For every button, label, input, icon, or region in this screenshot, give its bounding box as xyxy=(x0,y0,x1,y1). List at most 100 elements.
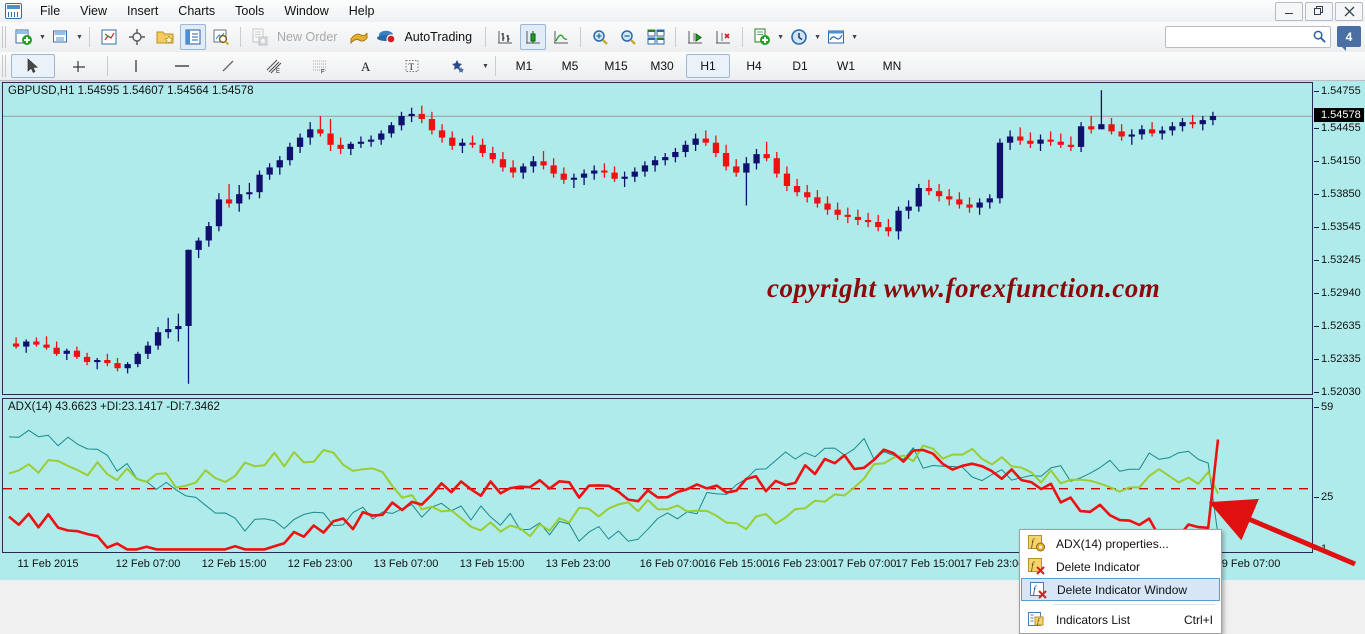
context-menu-item-delete-indicator-window[interactable]: f Delete Indicator Window xyxy=(1021,578,1220,601)
indicator-scale-bottom: 1 xyxy=(1313,543,1328,555)
horizontal-line-icon xyxy=(175,65,189,67)
shapes-icon xyxy=(452,60,464,73)
cursor-tool[interactable] xyxy=(11,54,55,78)
period-h1[interactable]: H1 xyxy=(686,54,730,78)
period-m30[interactable]: M30 xyxy=(640,54,684,78)
periods-dropdown[interactable]: ▼ xyxy=(813,25,822,49)
profiles-button[interactable] xyxy=(48,24,74,50)
line-chart-button[interactable] xyxy=(548,24,574,50)
period-d1[interactable]: D1 xyxy=(778,54,822,78)
price-scale[interactable]: 1.54755 1.54578 1.54455 1.54150 1.53850 … xyxy=(1313,81,1365,580)
price-chart-window[interactable]: GBPUSD,H1 1.54595 1.54607 1.54564 1.5457… xyxy=(2,82,1313,395)
context-menu-label: ADX(14) properties... xyxy=(1056,536,1169,551)
crosshair-tool[interactable] xyxy=(57,54,101,78)
menu-item-help[interactable]: Help xyxy=(339,1,385,21)
context-menu-label: Indicators List xyxy=(1056,612,1131,627)
toolbar-grip[interactable] xyxy=(2,26,8,48)
templates-button[interactable] xyxy=(823,24,849,50)
menu-item-view[interactable]: View xyxy=(70,1,117,21)
period-m1[interactable]: M1 xyxy=(502,54,546,78)
svg-text:T: T xyxy=(409,62,415,72)
menu-item-charts[interactable]: Charts xyxy=(168,1,225,21)
new-order-button[interactable] xyxy=(247,24,273,50)
context-menu-item-properties[interactable]: f ADX(14) properties... xyxy=(1020,532,1221,555)
close-button[interactable] xyxy=(1335,2,1363,21)
crosshair-target-icon xyxy=(129,29,145,45)
folder-star-icon xyxy=(156,31,174,44)
magnifier-chart-icon xyxy=(213,29,230,46)
vertical-line-tool[interactable] xyxy=(114,54,158,78)
period-h4[interactable]: H4 xyxy=(732,54,776,78)
menu-item-insert[interactable]: Insert xyxy=(117,1,168,21)
toolbar-separator-6 xyxy=(742,27,744,47)
shapes-tool[interactable] xyxy=(436,54,480,78)
new-chart-dropdown[interactable]: ▼ xyxy=(38,25,47,49)
svg-text:A: A xyxy=(361,59,371,74)
fibonacci-retracement-tool[interactable]: F xyxy=(298,54,342,78)
shapes-dropdown[interactable]: ▼ xyxy=(481,54,490,78)
tile-windows-button[interactable] xyxy=(643,24,669,50)
profiles-dropdown[interactable]: ▼ xyxy=(75,25,84,49)
watermark-text: copyright www.forexfunction.com xyxy=(767,273,1161,303)
candlestick-plot xyxy=(3,90,1312,384)
restore-icon xyxy=(1313,6,1323,15)
context-menu-item-delete-indicator[interactable]: f Delete Indicator xyxy=(1020,555,1221,578)
minimize-button[interactable] xyxy=(1275,2,1303,21)
market-watch-button[interactable] xyxy=(96,24,122,50)
current-price-label: 1.54578 xyxy=(1314,108,1364,122)
data-window-button[interactable] xyxy=(124,24,150,50)
templates-icon xyxy=(828,30,845,44)
menu-item-window[interactable]: Window xyxy=(274,1,338,21)
new-chart-icon xyxy=(15,29,32,45)
time-tick: 17 Feb 15:00 xyxy=(895,558,961,570)
new-chart-button[interactable] xyxy=(11,24,37,50)
crosshair-icon xyxy=(73,61,85,72)
profiles-icon xyxy=(53,30,67,43)
trendline-tool[interactable] xyxy=(206,54,250,78)
minimize-icon xyxy=(1285,12,1293,14)
candlestick-chart-button[interactable] xyxy=(520,24,547,50)
toolbar-separator xyxy=(89,27,90,47)
text-tool[interactable]: A xyxy=(344,54,388,78)
period-w1[interactable]: W1 xyxy=(824,54,868,78)
time-tick: 12 Feb 23:00 xyxy=(287,558,353,570)
auto-scroll-button[interactable] xyxy=(682,24,708,50)
notifications-badge[interactable]: 4 xyxy=(1337,26,1361,51)
time-tick: 12 Feb 07:00 xyxy=(115,558,181,570)
strategy-tester-button[interactable] xyxy=(208,24,234,50)
metaeditor-icon xyxy=(350,32,368,45)
indicators-list-icon: f xyxy=(1028,612,1044,626)
menu-item-tools[interactable]: Tools xyxy=(225,1,274,21)
indicators-button[interactable] xyxy=(749,24,775,50)
line-toolbar-grip[interactable] xyxy=(2,55,8,77)
period-m15[interactable]: M15 xyxy=(594,54,638,78)
navigator-button[interactable] xyxy=(152,24,178,50)
indicator-context-menu[interactable]: f ADX(14) properties... f Delete Indicat… xyxy=(1019,529,1222,634)
chart-shift-button[interactable] xyxy=(710,24,736,50)
text-label-tool[interactable]: T xyxy=(390,54,434,78)
bar-chart-button[interactable] xyxy=(492,24,518,50)
clock-icon xyxy=(791,29,807,45)
time-tick: 16 Feb 23:00 xyxy=(767,558,833,570)
price-tick: 1.53850 xyxy=(1314,188,1361,200)
period-m5[interactable]: M5 xyxy=(548,54,592,78)
periods-button[interactable] xyxy=(786,24,812,50)
equidistant-channel-tool[interactable]: E xyxy=(252,54,296,78)
context-menu-item-indicators-list[interactable]: f Indicators List Ctrl+I xyxy=(1020,608,1221,631)
metaeditor-button[interactable] xyxy=(346,24,372,50)
price-tick: 1.54455 xyxy=(1314,122,1361,134)
period-mn[interactable]: MN xyxy=(870,54,914,78)
toolbar-separator-4 xyxy=(580,27,582,47)
search-box[interactable] xyxy=(1165,26,1331,48)
zoom-out-button[interactable] xyxy=(615,24,641,50)
indicators-dropdown[interactable]: ▼ xyxy=(776,25,785,49)
search-input[interactable] xyxy=(1166,27,1314,45)
restore-button[interactable] xyxy=(1305,2,1333,21)
zoom-in-button[interactable] xyxy=(587,24,613,50)
menu-item-file[interactable]: File xyxy=(30,1,70,21)
chart-area[interactable]: GBPUSD,H1 1.54595 1.54607 1.54564 1.5457… xyxy=(0,81,1365,634)
terminal-button[interactable] xyxy=(180,24,206,50)
horizontal-line-tool[interactable] xyxy=(160,54,204,78)
templates-dropdown[interactable]: ▼ xyxy=(850,25,859,49)
autotrading-button[interactable] xyxy=(374,24,400,50)
